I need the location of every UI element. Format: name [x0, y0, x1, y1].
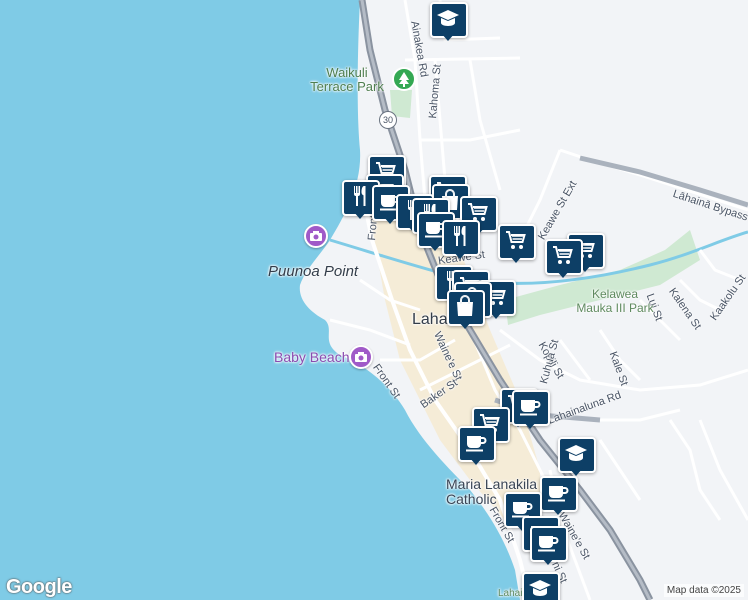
camera-icon — [355, 352, 367, 362]
pin-tail — [458, 321, 472, 329]
poi-pin-coffee-cup[interactable] — [538, 474, 578, 518]
route-30-shield: 30 — [379, 111, 397, 129]
poi-pin-graduation-cap[interactable] — [520, 570, 560, 600]
waikuli-park-marker[interactable] — [392, 67, 416, 91]
poi-pin-shopping-cart[interactable] — [543, 237, 583, 281]
tree-icon — [399, 72, 409, 87]
pin-tail — [556, 270, 570, 278]
pin-tail — [509, 255, 523, 263]
place-label-puunoa-point: Puunoa Point — [268, 263, 359, 280]
poi-pin-coffee-cup[interactable] — [456, 424, 496, 468]
poi-pin-fork-knife[interactable] — [440, 218, 480, 262]
poi-pin-coffee-cup[interactable] — [528, 524, 568, 568]
poi-pin-graduation-cap[interactable] — [428, 0, 468, 44]
map-canvas[interactable]: 30 Ainakea Rd Kahoma St Keawe St Ext Kea… — [0, 0, 748, 600]
camera-icon — [310, 231, 322, 241]
poi-pin-shopping-cart[interactable] — [496, 222, 536, 266]
map-data-attribution[interactable]: Map data ©2025 — [663, 584, 744, 597]
place-label-kelawea-mauka-iii-park: Kelawea Mauka III Park — [576, 287, 654, 315]
poi-pin-shopping-bag[interactable] — [445, 288, 485, 332]
pin-tail — [353, 211, 367, 219]
pin-tail — [541, 557, 555, 565]
google-logo: Google — [6, 576, 72, 598]
baby-beach-marker[interactable] — [349, 345, 373, 369]
place-label-baby-beach: Baby Beach — [274, 349, 350, 365]
place-label-bottom: Lahai — [498, 588, 523, 599]
place-label-waikuli-terrace-park: Waikuli Terrace Park — [310, 65, 384, 94]
pin-tail — [469, 457, 483, 465]
pin-tail — [441, 33, 455, 41]
pin-tail — [453, 251, 467, 259]
lahaina-bypass-road — [579, 155, 748, 208]
place-label-lahaina: Laha — [412, 311, 448, 328]
puunoa-point-marker[interactable] — [304, 224, 328, 248]
pin-tail — [523, 421, 537, 429]
poi-pin-graduation-cap[interactable] — [556, 435, 596, 479]
poi-pin-coffee-cup[interactable] — [510, 388, 550, 432]
